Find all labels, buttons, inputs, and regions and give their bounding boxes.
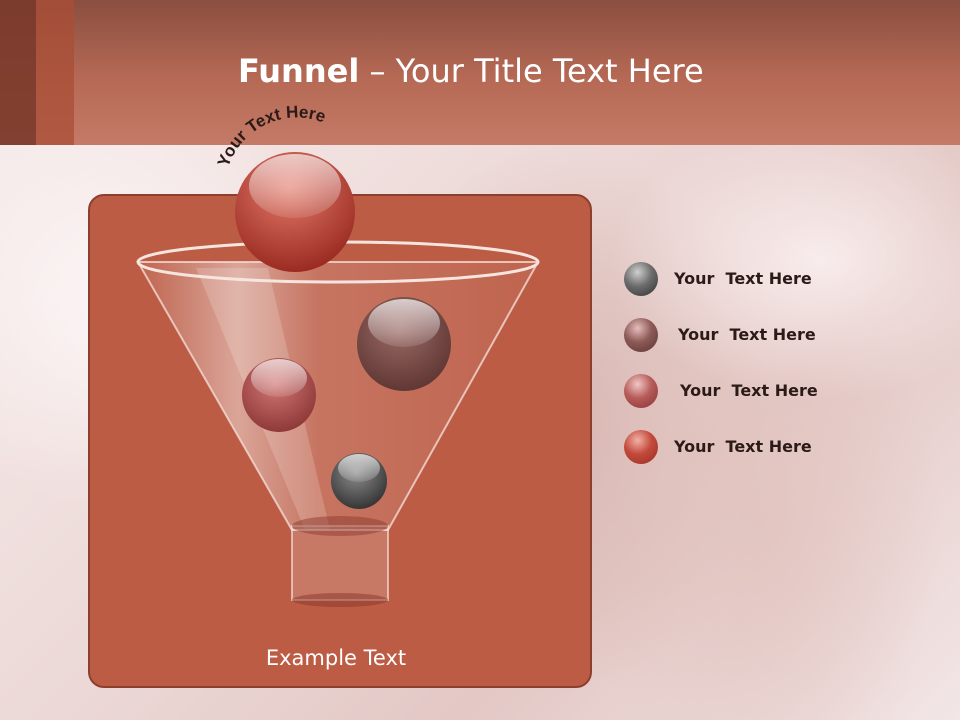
legend-label: Your Text Here [678, 325, 816, 344]
ball-top [235, 152, 355, 272]
legend-dot-red [624, 374, 658, 408]
ball-brown [357, 297, 451, 391]
legend-item: Your Text Here [624, 374, 924, 408]
funnel-graphic: Your Text Here [136, 102, 540, 607]
legend-item: Your Text Here [624, 318, 924, 352]
legend-label: Your Text Here [680, 381, 818, 400]
legend-label: Your Text Here [674, 269, 812, 288]
funnel-spout [291, 525, 389, 601]
example-text: Example Text [265, 646, 407, 670]
legend-dot-dark-red [624, 430, 658, 464]
funnel-spout-top [292, 516, 388, 536]
ball-red [242, 358, 316, 432]
legend-item: Your Text Here [624, 262, 924, 296]
legend-label: Your Text Here [674, 437, 812, 456]
legend-item: Your Text Here [624, 430, 924, 464]
ball-gray [331, 453, 387, 509]
legend-dot-gray [624, 262, 658, 296]
funnel-spout-bottom [292, 593, 388, 607]
legend-dot-brown [624, 318, 658, 352]
